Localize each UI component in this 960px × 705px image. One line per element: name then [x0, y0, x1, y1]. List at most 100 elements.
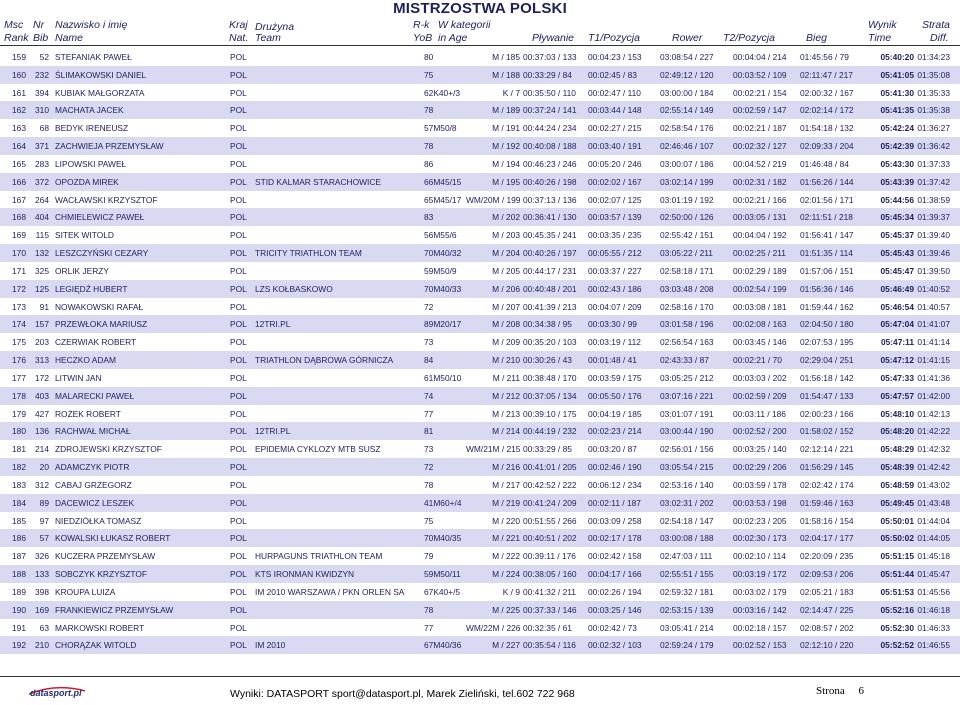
cell-nat: POL: [230, 569, 247, 580]
cell-category: M / 194: [492, 158, 520, 169]
cell-nat: POL: [230, 355, 247, 366]
cell-run: 01:54:47 / 133: [800, 390, 854, 401]
cell-diff: 01:46:55: [917, 640, 950, 651]
cell-t2: 00:03:03 / 202: [733, 372, 787, 383]
cell-bib: 20: [39, 462, 49, 473]
cell-nat: POL: [230, 248, 247, 259]
cell-run: 02:04:50 / 180: [800, 319, 854, 330]
cell-run: 01:51:35 / 114: [800, 248, 853, 259]
cell-name: KOWALSKI ŁUKASZ ROBERT: [55, 533, 171, 544]
cell-rank: 169: [12, 230, 26, 241]
cell-nat: POL: [230, 337, 247, 348]
cell-t1: 00:03:30 / 99: [588, 319, 637, 330]
cell-bib: 371: [35, 141, 49, 152]
cell-team: IM 2010 WARSZAWA / PKN ORLEN SA: [255, 586, 405, 597]
cell-diff: 01:45:56: [917, 586, 950, 597]
cell-nat: POL: [230, 640, 247, 651]
cell-t1: 00:02:07 / 125: [588, 194, 642, 205]
table-row: 173 91 NOWAKOWSKI RAFAŁ POL 72 M / 207 00:41:3…: [0, 298, 960, 316]
cell-diff: 01:34:23: [917, 52, 950, 62]
cell-bike: 02:53:15 / 139: [660, 604, 714, 615]
cell-category: M / 219: [492, 497, 520, 508]
cell-run: 02:14:47 / 225: [800, 604, 854, 615]
cell-bib: 214: [35, 444, 49, 455]
page-number: 6: [858, 685, 864, 697]
cell-category: M / 191: [492, 123, 520, 134]
cell-run: 02:20:09 / 235: [800, 551, 854, 562]
cell-run: 02:08:57 / 202: [800, 622, 854, 633]
cell-bib: 157: [35, 319, 49, 330]
cell-swim: 00:37:13 / 136: [523, 194, 577, 205]
col-msc: Msc: [4, 19, 24, 31]
cell-name: MARKOWSKI ROBERT: [55, 622, 145, 633]
cell-bike: 02:50:00 / 126: [660, 212, 714, 223]
cell-diff: 01:42:13: [917, 408, 950, 419]
results-table: 159 52 STEFANIAK PAWEŁ POL 80 M / 185 00:37:03…: [0, 48, 960, 655]
cell-diff: 01:43:02: [917, 479, 950, 490]
cell-t1: 00:02:32 / 103: [588, 640, 642, 651]
cell-bike: 02:54:18 / 147: [660, 515, 714, 526]
cell-bike: 03:00:00 / 184: [660, 87, 714, 98]
cell-diff: 01:46:33: [917, 622, 950, 633]
cell-rank: 176: [12, 355, 26, 366]
cell-t1: 00:04:19 / 185: [588, 408, 642, 419]
cell-swim: 00:38:48 / 170: [523, 372, 577, 383]
page-indicator: Strona 6: [816, 685, 864, 697]
cell-t2: 00:02:21 / 154: [733, 87, 787, 98]
cell-bike: 03:00:44 / 190: [660, 426, 714, 437]
cell-team: LZS KOŁBASKOWO: [255, 283, 333, 294]
cell-rank: 163: [12, 123, 26, 134]
cell-rank: 159: [12, 52, 26, 62]
cell-name: SOBCZYK KRZYSZTOF: [55, 569, 147, 580]
cell-rank: 162: [12, 105, 26, 116]
cell-category: M / 210: [492, 355, 520, 366]
cell-bib: 115: [35, 230, 49, 241]
cell-run: 02:01:56 / 171: [800, 194, 854, 205]
cell-category: M / 192: [492, 141, 520, 152]
cell-run: 02:12:10 / 220: [800, 640, 854, 651]
cell-swim: 00:35:20 / 103: [523, 337, 577, 348]
cell-bib: 52: [39, 52, 49, 62]
table-row: 174 157 PRZEWŁOKA MARIUSZ POL 12TRI.PL 89M20/…: [0, 315, 960, 334]
cell-bib: 394: [35, 87, 49, 98]
cell-category: M / 202: [492, 212, 520, 223]
cell-run: 01:56:29 / 145: [800, 462, 854, 473]
cell-rank: 172: [12, 283, 26, 294]
cell-bike: 02:53:16 / 140: [660, 479, 714, 490]
table-row: 166 372 OPOZDA MIREK POL STID KALMAR STARACH…: [0, 172, 960, 191]
cell-team: 12TRI.PL: [255, 426, 291, 437]
cell-t1: 00:04:07 / 209: [588, 301, 642, 312]
cell-name: KUCZERA PRZEMYSŁAW: [55, 551, 156, 562]
cell-name: LIPOWSKI PAWEŁ: [55, 158, 127, 169]
cell-bike: 02:59:32 / 181: [660, 586, 714, 597]
cell-nat: POL: [230, 533, 247, 544]
cell-category: K / 9: [502, 586, 520, 597]
cell-swim: 00:30:26 / 43: [523, 355, 572, 366]
cell-category: M / 213: [492, 408, 520, 419]
cell-t2: 00:03:05 / 131: [733, 212, 787, 223]
table-row: 192 210 CHORĄŻAK WITOLD POL IM 2010 67M40/36 M…: [0, 636, 960, 655]
cell-run: 01:46:48 / 84: [800, 158, 849, 169]
cell-run: 01:58:16 / 154: [800, 515, 854, 526]
cell-nat: POL: [230, 87, 247, 98]
cell-nat: POL: [230, 497, 247, 508]
table-row: 188 133 SOBCZYK KRZYSZTOF POL KTS IRONMAN KW…: [0, 565, 960, 583]
cell-run: 01:56:26 / 144: [800, 176, 854, 187]
cell-category: M / 216: [492, 462, 520, 473]
cell-name: LITWIN JAN: [55, 372, 102, 383]
cell-t2: 00:02:21 / 187: [733, 123, 787, 134]
cell-swim: 00:40:26 / 198: [523, 176, 577, 187]
cell-name: BEDYK IRENEUSZ: [55, 123, 129, 134]
cell-t1: 00:05:50 / 176: [588, 390, 642, 401]
cell-rank: 174: [12, 319, 26, 330]
cell-name: HECZKO ADAM: [55, 355, 116, 366]
col-nr: Nr: [33, 19, 45, 31]
cell-diff: 01:35:08: [917, 69, 950, 80]
cell-t1: 00:02:43 / 186: [588, 283, 642, 294]
col-rank: Rank: [4, 32, 29, 44]
cell-t2: 00:02:23 / 205: [733, 515, 787, 526]
col-kat-pl: W kategorii: [438, 19, 491, 31]
cell-rank: 185: [12, 515, 26, 526]
cell-run: 01:56:41 / 147: [800, 230, 854, 241]
table-row: 163 68 BEDYK IRENEUSZ POL 57M50/8 M / 191 00:4…: [0, 119, 960, 137]
